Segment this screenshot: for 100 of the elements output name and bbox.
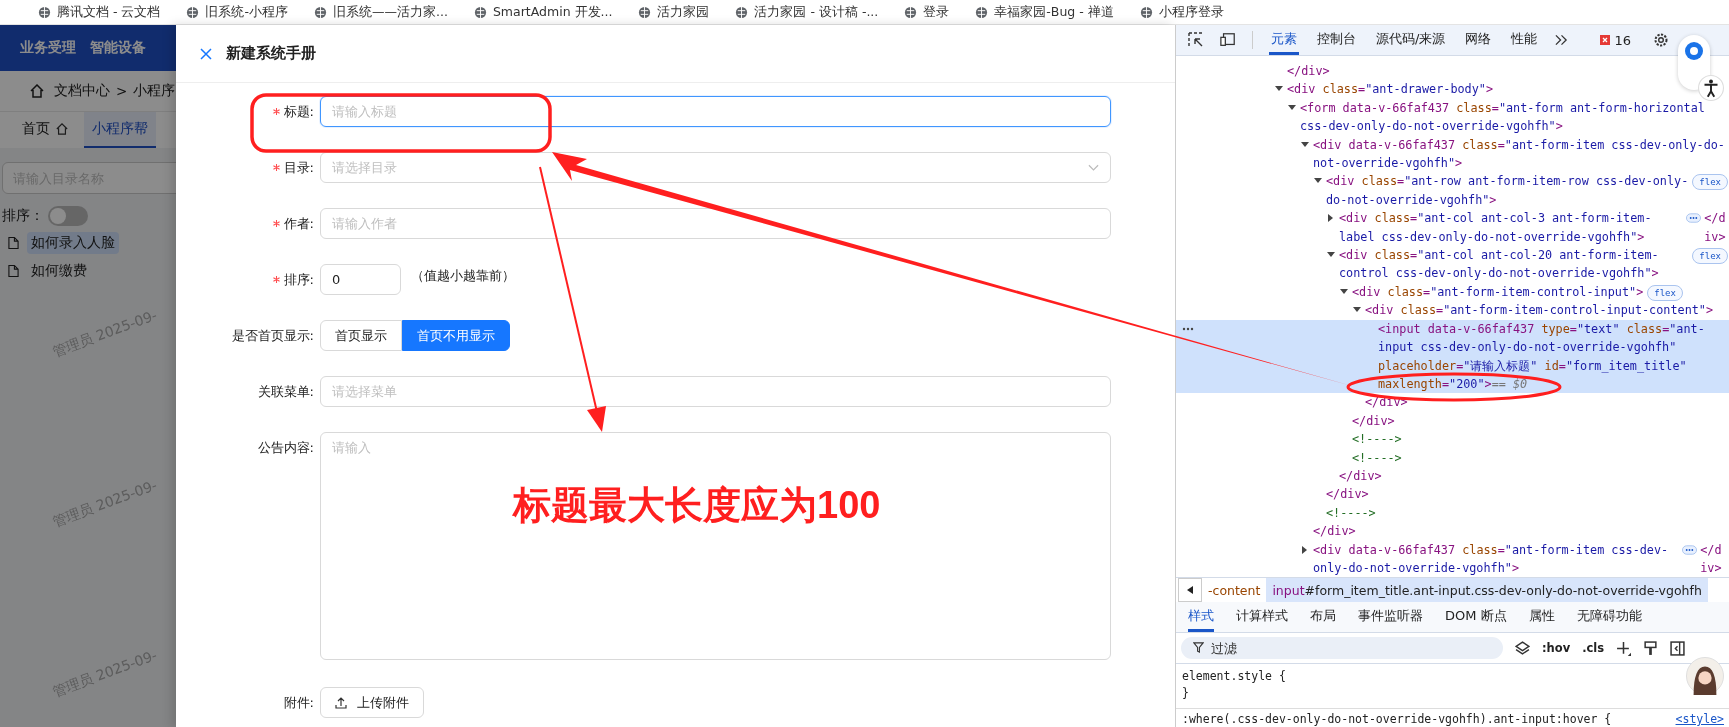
layers-icon[interactable] xyxy=(1515,640,1530,656)
filter-icon xyxy=(1193,642,1204,653)
scroll-left-button[interactable] xyxy=(1178,578,1202,602)
bookmark[interactable]: 活力家园 xyxy=(638,3,710,21)
globe-icon xyxy=(314,5,327,19)
field-label: 作者: xyxy=(283,214,314,233)
code-line[interactable]: </div> xyxy=(1326,485,1369,504)
styles-pane-tab[interactable]: 计算样式 xyxy=(1236,602,1288,632)
devtools-tab[interactable]: 源代码/来源 xyxy=(1374,25,1448,55)
collapsed-triangle-icon[interactable] xyxy=(1301,545,1309,554)
more-dots-icon[interactable] xyxy=(1182,326,1194,331)
field-label: 附件: xyxy=(283,693,314,712)
inspect-icon[interactable] xyxy=(1188,32,1204,48)
styles-pane-tab[interactable]: 属性 xyxy=(1528,602,1555,632)
home-icon xyxy=(56,123,68,135)
chat-bubble-icon[interactable] xyxy=(1684,41,1704,61)
code-line[interactable]: </div> xyxy=(1287,62,1330,81)
style-rule-line: } xyxy=(1182,685,1189,702)
tree-item[interactable]: 如何缴费 xyxy=(27,260,91,282)
code-line[interactable]: </div> xyxy=(1704,209,1728,247)
add-rule-icon[interactable] xyxy=(1616,640,1632,656)
expanded-triangle-icon[interactable] xyxy=(1288,103,1296,112)
expanded-triangle-icon[interactable] xyxy=(1301,140,1309,149)
hov-toggle[interactable]: :hov xyxy=(1542,641,1571,655)
field-label: 排序: xyxy=(283,270,314,289)
globe-icon xyxy=(975,5,989,19)
code-line[interactable]: <div class="ant-col ant-col-3 ant-form-item-label css-dev-only-do-not-override-vgohfh"> xyxy=(1339,209,1684,247)
paint-brush-icon[interactable] xyxy=(1643,640,1659,656)
element-breadcrumb[interactable]: input#form_item_title.ant-input.css-dev-only-do-not-override-vgohfh xyxy=(1266,578,1708,602)
flex-badge[interactable]: flex xyxy=(1692,248,1728,265)
filter-field[interactable]: 过滤 xyxy=(1181,637,1503,659)
code-line[interactable]: <div data-v-66faf437 class="ant-form-item css-dev-only-do-not-override-vgohfh"> xyxy=(1313,135,1728,173)
tree-item[interactable]: 如何录入人脸 xyxy=(27,232,119,254)
globe-icon xyxy=(186,5,200,19)
sort-switch[interactable] xyxy=(48,206,88,226)
device-icon[interactable] xyxy=(1220,32,1236,48)
nav-item[interactable]: 智能设备 xyxy=(90,39,146,57)
ellipsis-icon[interactable] xyxy=(1686,213,1702,224)
code-line[interactable]: <div class="ant-form-item-control-input-content"> xyxy=(1365,301,1714,320)
page-tab[interactable]: 首页 xyxy=(14,112,76,148)
breadcrumb-link[interactable]: 文档中心 xyxy=(54,82,110,100)
collapsed-triangle-icon[interactable] xyxy=(1327,214,1335,223)
close-icon[interactable] xyxy=(200,47,212,60)
bookmark[interactable]: 登录 xyxy=(904,3,950,21)
code-line[interactable]: </div> xyxy=(1352,411,1395,431)
styles-pane-tab[interactable]: DOM 断点 xyxy=(1445,602,1507,632)
code-line[interactable]: <div class="ant-drawer-body"> xyxy=(1287,80,1493,99)
number-field[interactable]: 0 xyxy=(320,264,401,295)
styles-pane-tab[interactable]: 无障碍功能 xyxy=(1576,602,1642,632)
globe-icon xyxy=(1139,5,1153,19)
settings-icon[interactable] xyxy=(1652,32,1669,48)
devtools-tab[interactable]: 性能 xyxy=(1509,25,1540,55)
sidebar-icon[interactable] xyxy=(1670,640,1686,656)
chevron-down-icon xyxy=(1088,163,1099,172)
home-icon[interactable] xyxy=(30,84,44,98)
element-breadcrumb[interactable]: -content xyxy=(1202,578,1267,602)
styles-pane-tab[interactable]: 样式 xyxy=(1188,602,1214,632)
page-tab[interactable]: 小程序帮 xyxy=(84,112,156,148)
styles-pane-tab[interactable]: 事件监听器 xyxy=(1358,602,1423,632)
devtools-tab[interactable]: 控制台 xyxy=(1315,25,1358,55)
bookmark[interactable]: 幸福家园-Bug - 禅道 xyxy=(975,3,1114,21)
text-field[interactable]: 请输入标题 xyxy=(320,96,1111,127)
nav-item[interactable]: 业务受理 xyxy=(20,39,76,57)
document-icon xyxy=(8,236,19,250)
flex-badge[interactable]: flex xyxy=(1647,284,1683,301)
code-line[interactable]: <div class="ant-row ant-form-item-row css-dev-only-do-not-override-vgohfh"> xyxy=(1326,172,1689,210)
code-line[interactable]: <div class="ant-col ant-col-20 ant-form-item-control css-dev-only-do-not-override-vgohfh"> xyxy=(1339,246,1689,283)
expanded-triangle-icon[interactable] xyxy=(1340,287,1348,296)
flex-badge[interactable]: flex xyxy=(1692,174,1728,191)
document-icon xyxy=(8,264,19,278)
field-hint: （值越小越靠前） xyxy=(411,267,515,285)
bookmark[interactable]: SmartAdmin 开发... xyxy=(473,3,613,21)
devtools-tab[interactable]: 网络 xyxy=(1463,25,1494,55)
bookmark[interactable]: 旧系统——活力家... xyxy=(314,3,448,21)
bookmark[interactable]: 旧系统-小程序 xyxy=(186,3,288,21)
code-line[interactable]: </div> xyxy=(1339,466,1382,486)
code-line[interactable]: <!----> xyxy=(1352,430,1402,449)
code-line[interactable]: <!----> xyxy=(1326,503,1376,523)
bookmark[interactable]: 腾讯文档 - 云文档 xyxy=(38,3,161,21)
styles-pane-tab[interactable]: 布局 xyxy=(1310,602,1336,632)
code-line[interactable]: <!----> xyxy=(1352,448,1402,467)
devtools-tab[interactable]: 元素 xyxy=(1269,25,1299,55)
cls-toggle[interactable]: .cls xyxy=(1582,641,1605,655)
upload-button[interactable]: 上传附件 xyxy=(320,687,424,718)
style-source-link[interactable]: <style> xyxy=(1675,711,1724,727)
ellipsis-icon[interactable] xyxy=(1682,544,1698,555)
bookmark[interactable]: 小程序登录 xyxy=(1139,3,1224,21)
code-line[interactable]: <div data-v-66faf437 class="ant-form-item css-dev-only-do-not-override-vgohfh"> xyxy=(1313,540,1680,577)
error-count[interactable]: 16 xyxy=(1614,32,1631,48)
breadcrumb-separator: > xyxy=(116,83,128,99)
avatar-icon[interactable] xyxy=(1686,657,1724,695)
accessibility-icon[interactable] xyxy=(1698,75,1724,101)
code-line[interactable]: <div class="ant-form-item-control-input"> xyxy=(1352,282,1644,302)
more-tabs-icon[interactable] xyxy=(1555,34,1569,46)
radio-button[interactable]: 首页显示 xyxy=(320,320,402,351)
code-line[interactable]: </div> xyxy=(1700,540,1728,577)
code-line[interactable]: </div> xyxy=(1313,522,1356,541)
radio-button[interactable]: 首页不用显示 xyxy=(402,320,510,351)
bookmark[interactable]: 活力家园 - 设计稿 -... xyxy=(735,3,879,21)
breadcrumb-link[interactable]: 小程序 xyxy=(133,82,176,100)
